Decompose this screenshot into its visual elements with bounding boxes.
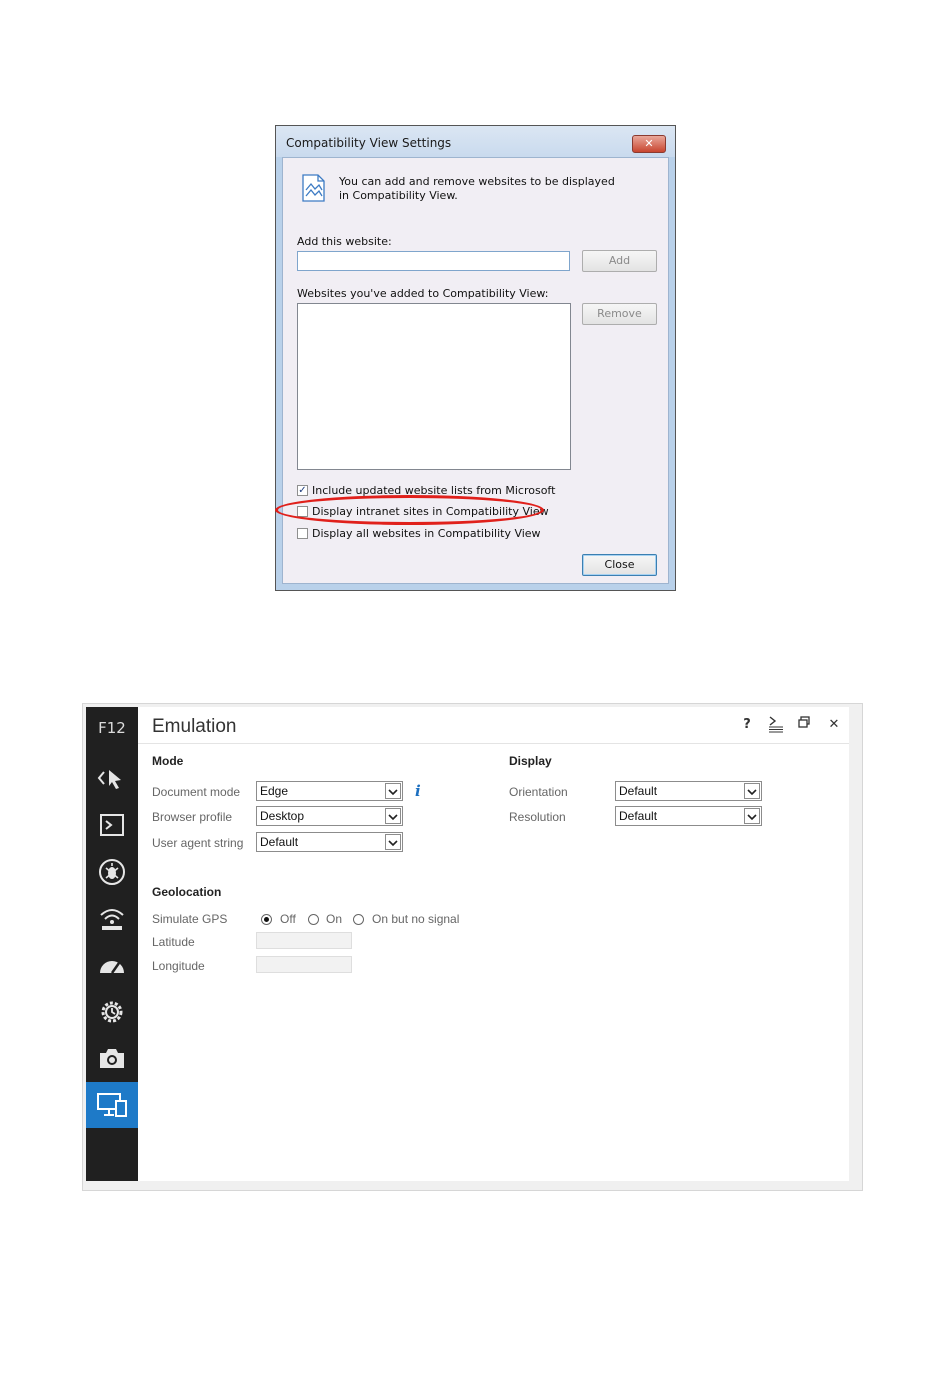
browser-profile-value: Desktop bbox=[260, 809, 305, 823]
document-mode-value: Edge bbox=[260, 784, 289, 798]
longitude-label: Longitude bbox=[152, 959, 205, 973]
undock-button[interactable] bbox=[793, 715, 815, 735]
dom-explorer-icon bbox=[97, 770, 121, 789]
debugger-icon bbox=[99, 859, 125, 885]
remove-button[interactable]: Remove bbox=[582, 303, 657, 325]
browser-profile-select[interactable]: Desktop bbox=[256, 806, 403, 826]
browser-profile-label: Browser profile bbox=[152, 810, 233, 824]
document-mode-label: Document mode bbox=[152, 785, 241, 799]
resolution-value: Default bbox=[619, 809, 658, 823]
undock-icon bbox=[798, 716, 810, 728]
memory-tool[interactable] bbox=[86, 989, 138, 1035]
compatibility-view-icon bbox=[302, 174, 325, 202]
display-all-websites-checkbox[interactable]: Display all websites in Compatibility Vi… bbox=[297, 527, 541, 540]
orientation-select[interactable]: Default bbox=[615, 781, 762, 801]
emulation-panel: Emulation ? ✕ Mode Document mode Edge i … bbox=[138, 707, 849, 1181]
dialog-close-icon[interactable]: ✕ bbox=[632, 135, 666, 153]
user-agent-select[interactable]: Default bbox=[256, 832, 403, 852]
website-list[interactable] bbox=[297, 303, 571, 470]
network-tool[interactable] bbox=[86, 895, 138, 941]
close-devtools-button[interactable]: ✕ bbox=[823, 715, 845, 735]
gps-off-radio[interactable] bbox=[261, 914, 272, 925]
chevron-down-icon bbox=[385, 834, 401, 850]
checkbox-label: Display all websites in Compatibility Vi… bbox=[312, 527, 541, 540]
radio-selected-dot bbox=[264, 917, 269, 922]
resolution-label: Resolution bbox=[509, 810, 566, 824]
dialog-title: Compatibility View Settings bbox=[286, 136, 452, 150]
help-button[interactable]: ? bbox=[736, 715, 758, 735]
console-toggle-icon bbox=[769, 716, 783, 733]
add-website-label: Add this website: bbox=[297, 235, 392, 248]
screenshot-icon bbox=[100, 1049, 124, 1068]
gps-on-label: On bbox=[326, 912, 343, 926]
debugger-tool[interactable] bbox=[86, 849, 138, 895]
dialog-titlebar: Compatibility View Settings ✕ bbox=[276, 126, 675, 157]
website-list-label: Websites you've added to Compatibility V… bbox=[297, 287, 549, 300]
info-icon[interactable]: i bbox=[415, 782, 421, 800]
chevron-down-icon bbox=[385, 783, 401, 799]
resolution-select[interactable]: Default bbox=[615, 806, 762, 826]
checkbox-unchecked-icon bbox=[297, 528, 308, 539]
gps-off-label: Off bbox=[280, 912, 296, 926]
orientation-value: Default bbox=[619, 784, 658, 798]
checkbox-checked-icon: ✓ bbox=[297, 485, 308, 496]
mode-heading: Mode bbox=[152, 754, 184, 768]
chevron-down-icon bbox=[385, 808, 401, 824]
devtools-sidebar: F12 bbox=[86, 707, 138, 1181]
emulation-tool[interactable] bbox=[86, 1082, 138, 1128]
chevron-down-icon bbox=[744, 783, 760, 799]
geolocation-heading: Geolocation bbox=[152, 885, 222, 899]
memory-icon bbox=[101, 1001, 123, 1023]
emulation-icon bbox=[97, 1093, 127, 1117]
gps-no-signal-radio[interactable] bbox=[353, 914, 364, 925]
screenshot-tool[interactable] bbox=[86, 1035, 138, 1081]
add-button[interactable]: Add bbox=[582, 250, 657, 272]
simulate-gps-label: Simulate GPS bbox=[152, 912, 228, 926]
close-button[interactable]: Close bbox=[582, 554, 657, 576]
dialog-info-text: You can add and remove websites to be di… bbox=[339, 175, 615, 202]
document-mode-select[interactable]: Edge bbox=[256, 781, 403, 801]
console-icon bbox=[100, 814, 124, 836]
console-toggle-button[interactable] bbox=[765, 715, 787, 735]
user-agent-label: User agent string bbox=[152, 836, 244, 850]
highlight-ellipse bbox=[275, 495, 544, 525]
f12-label: F12 bbox=[98, 719, 126, 737]
performance-tool[interactable] bbox=[86, 942, 138, 988]
add-website-input[interactable] bbox=[297, 251, 570, 271]
chevron-down-icon bbox=[744, 808, 760, 824]
gps-no-signal-label: On but no signal bbox=[372, 912, 460, 926]
dom-explorer-tool[interactable] bbox=[86, 755, 138, 801]
latitude-input[interactable] bbox=[256, 932, 352, 949]
devtools-window: F12 Emulation ? ✕ Mode Document mode Edg… bbox=[82, 703, 863, 1191]
latitude-label: Latitude bbox=[152, 935, 195, 949]
console-tool[interactable] bbox=[86, 802, 138, 848]
network-icon bbox=[100, 909, 124, 930]
orientation-label: Orientation bbox=[509, 785, 568, 799]
gps-on-radio[interactable] bbox=[308, 914, 319, 925]
user-agent-value: Default bbox=[260, 835, 299, 849]
display-heading: Display bbox=[509, 754, 552, 768]
panel-title: Emulation bbox=[152, 716, 237, 737]
header-divider bbox=[138, 743, 849, 744]
longitude-input[interactable] bbox=[256, 956, 352, 973]
performance-icon bbox=[100, 961, 124, 974]
